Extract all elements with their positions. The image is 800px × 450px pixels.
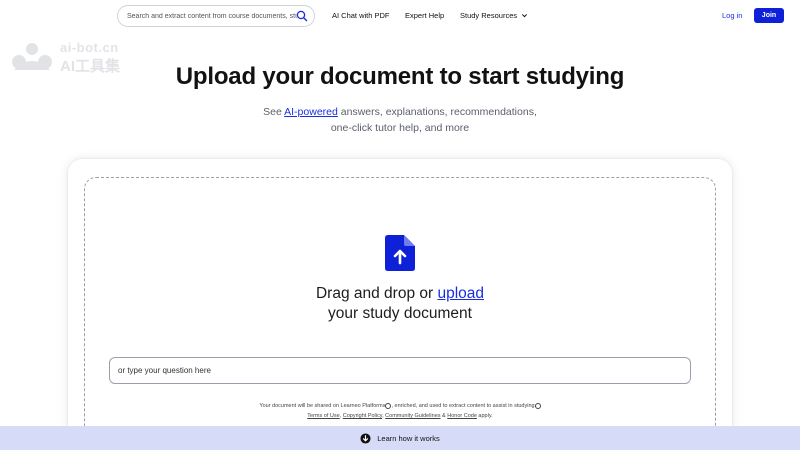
login-link[interactable]: Log in: [722, 11, 742, 20]
nav-study-resources-label: Study Resources: [460, 11, 518, 20]
community-guidelines-link[interactable]: Community Guidelines: [385, 413, 440, 419]
learn-how-it-works-bar[interactable]: Learn how it works: [0, 426, 800, 450]
ai-powered-link[interactable]: AI-powered: [284, 106, 338, 118]
hero-sub-prefix: See: [263, 106, 285, 118]
disclaimer: Your document will be shared on Learneo …: [0, 401, 800, 421]
watermark-text-top: ai-bot.cn: [60, 40, 119, 55]
nav-study-resources[interactable]: Study Resources: [460, 11, 528, 20]
top-header: AI Chat with PDF Expert Help Study Resou…: [0, 0, 800, 32]
page-title: Upload your document to start studying: [175, 63, 625, 90]
hero-subtitle-line1: See AI-powered answers, explanations, re…: [0, 104, 800, 120]
question-box[interactable]: [109, 357, 691, 384]
drag-drop-prefix: Drag and drop or: [315, 285, 438, 302]
nav-expert-help[interactable]: Expert Help: [405, 11, 444, 20]
terms-of-use-link[interactable]: Terms of Use: [307, 413, 339, 419]
drag-drop-text: Drag and drop or upload: [0, 285, 800, 303]
disclaimer-line2: Terms of Use, Copyright Policy, Communit…: [0, 411, 800, 421]
drag-drop-text-line2: your study document: [328, 305, 472, 322]
disclaimer-part1: Your document will be shared on Learneo …: [259, 403, 386, 409]
arrow-down-circle-icon: [360, 432, 371, 444]
search-icon[interactable]: [296, 10, 308, 22]
disclaimer-tail: apply.: [476, 413, 493, 419]
chevron-down-icon: [522, 14, 528, 18]
join-button[interactable]: Join: [754, 8, 784, 23]
learn-how-it-works-label: Learn how it works: [377, 433, 440, 443]
hero-subtitle: See AI-powered answers, explanations, re…: [0, 104, 800, 136]
search-box[interactable]: [117, 5, 315, 27]
nav-ai-chat-with-pdf[interactable]: AI Chat with PDF: [332, 11, 390, 20]
disclaimer-part2: , enriched, and used to extract content …: [391, 403, 535, 409]
upload-document-icon[interactable]: [385, 235, 415, 271]
hero-subtitle-line2: one-click tutor help, and more: [330, 122, 470, 134]
info-icon[interactable]: [534, 402, 541, 409]
question-input[interactable]: [118, 366, 678, 375]
search-input[interactable]: [127, 12, 297, 20]
page: AI Chat with PDF Expert Help Study Resou…: [0, 0, 800, 450]
upload-link[interactable]: upload: [437, 285, 484, 302]
disclaimer-line1: Your document will be shared on Learneo …: [0, 401, 800, 411]
hero-sub-rest: answers, explanations, recommendations,: [337, 106, 537, 118]
copyright-policy-link[interactable]: Copyright Policy: [343, 413, 382, 419]
honor-code-link[interactable]: Honor Code: [447, 413, 477, 419]
